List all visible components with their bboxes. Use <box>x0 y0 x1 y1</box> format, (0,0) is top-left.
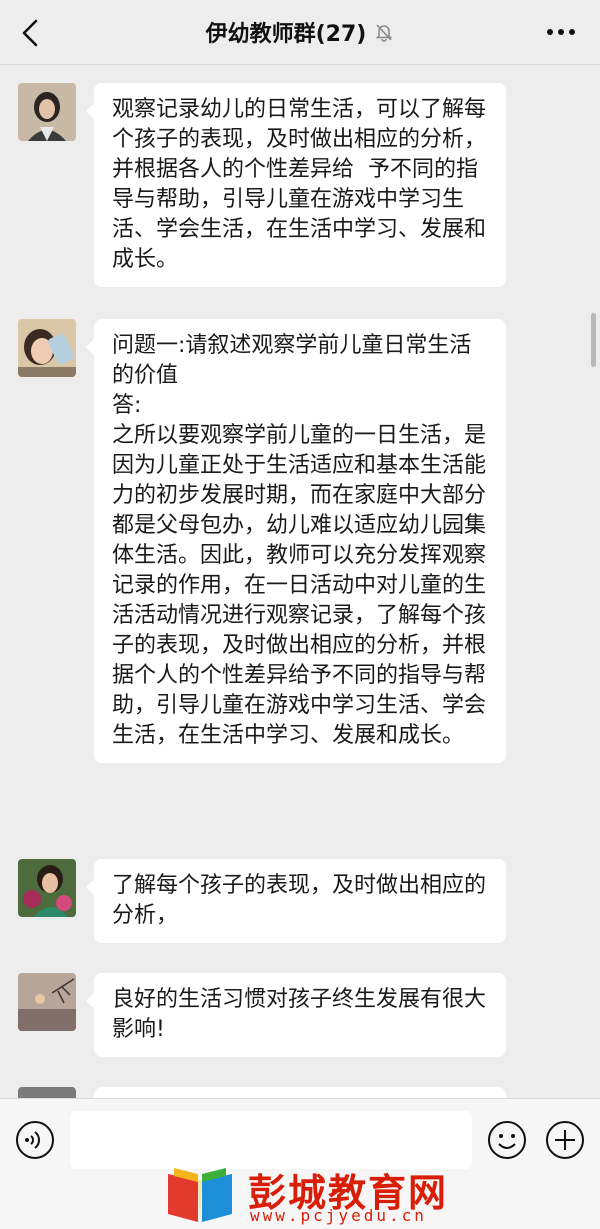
voice-button[interactable] <box>14 1119 56 1161</box>
avatar-child-drinking <box>18 319 76 377</box>
emoji-button[interactable] <box>486 1119 528 1161</box>
more-button[interactable] <box>544 20 578 44</box>
more-dots-icon <box>547 29 575 35</box>
chat-area[interactable]: 观察记录幼儿的日常生活，可以了解每个孩子的表现，及时做出相应的分析，并根据各人的… <box>0 65 600 1098</box>
scrollbar[interactable] <box>591 313 596 367</box>
avatar[interactable] <box>18 319 76 377</box>
emoji-icon <box>488 1121 526 1159</box>
plus-circle-icon <box>546 1121 584 1159</box>
avatar-woman-flowers <box>18 859 76 917</box>
message-bubble[interactable]: 良好的生活习惯对孩子终生发展有很大影响! <box>86 973 506 1057</box>
plus-button[interactable] <box>544 1119 586 1161</box>
message-bubble[interactable]: 了解每个孩子的表现，及时做出相应的分析， <box>86 859 506 943</box>
avatar-girl <box>18 83 76 141</box>
message-bubble[interactable] <box>94 1087 506 1098</box>
message-bubble[interactable]: 观察记录幼儿的日常生活，可以了解每个孩子的表现，及时做出相应的分析，并根据各人的… <box>86 83 506 287</box>
watermark-url: www.pcjyedu.cn <box>250 1206 427 1225</box>
book-logo-icon <box>168 1168 232 1224</box>
avatar[interactable] <box>18 1087 76 1098</box>
avatar[interactable] <box>18 859 76 917</box>
watermark: 彭城教育网 www.pcjyedu.cn <box>160 1158 460 1228</box>
avatar[interactable] <box>18 83 76 141</box>
bell-off-icon <box>376 24 393 42</box>
page-title: 伊幼教师群(27) <box>205 22 367 47</box>
message-bubble[interactable]: 问题一:请叙述观察学前儿童日常生活的价值 答: 之所以要观察学前儿童的一日生活，… <box>86 319 506 763</box>
title-group: 伊幼教师群(27) <box>0 0 600 64</box>
avatar-sunset <box>18 973 76 1031</box>
voice-icon <box>16 1121 54 1159</box>
top-bar: 伊幼教师群(27) <box>0 0 600 65</box>
avatar[interactable] <box>18 973 76 1031</box>
